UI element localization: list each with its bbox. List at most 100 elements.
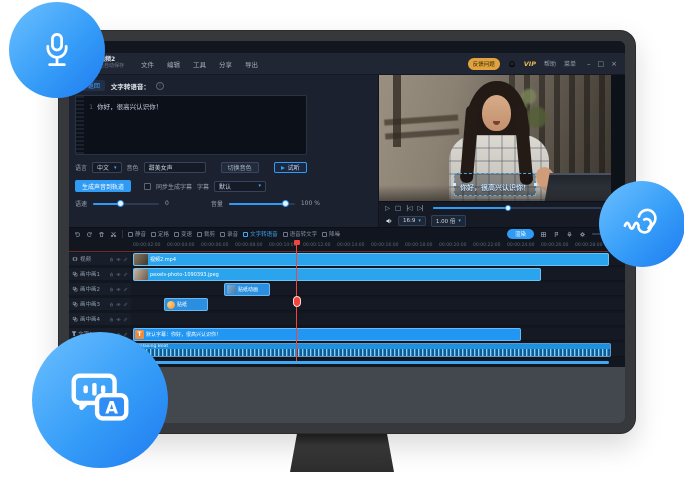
speech-to-text-icon: [283, 232, 288, 237]
crop-icon: [197, 232, 202, 237]
menu-share[interactable]: 分享: [219, 59, 232, 69]
tool-mute[interactable]: 静音: [128, 230, 146, 238]
speaker-icon[interactable]: [385, 217, 393, 225]
chevron-down-icon: ▾: [418, 218, 421, 224]
sync-subtitle-checkbox[interactable]: [144, 183, 151, 190]
lock-icon[interactable]: [109, 317, 114, 322]
track-row-pip3: 贴纸: [131, 298, 625, 311]
track-header-pip3[interactable]: 画中画3: [69, 298, 131, 311]
timeline-toolbar: 静音 定格 变速 裁剪 录音 文字转语音 语音转文字 降噪 渲染: [69, 227, 625, 240]
record-icon: [220, 232, 225, 237]
transport-bar: ▷ □ |◁ ▷|: [379, 201, 625, 214]
grid-snap-icon[interactable]: [540, 231, 547, 238]
seek-slider[interactable]: [433, 207, 601, 209]
link-icon[interactable]: [123, 287, 128, 292]
language-select[interactable]: 中文▾: [92, 162, 122, 173]
stop-button[interactable]: □: [395, 205, 400, 212]
bell-icon[interactable]: [508, 60, 516, 68]
prev-frame-button[interactable]: |◁: [406, 205, 411, 212]
generate-voice-button[interactable]: 生成声音到轨道: [75, 180, 131, 192]
redo-button[interactable]: [86, 231, 93, 238]
voiceover-mic-icon[interactable]: [566, 231, 573, 238]
chevron-down-icon: ▾: [114, 165, 117, 171]
clip-image[interactable]: pexels-photo-1090393.jpeg: [133, 268, 541, 281]
lock-icon[interactable]: [109, 287, 114, 292]
menu-edit[interactable]: 编辑: [167, 59, 180, 69]
switch-voice-button[interactable]: 切换音色: [221, 162, 259, 173]
render-button[interactable]: 渲染: [507, 229, 534, 239]
settings-gear-icon[interactable]: [579, 231, 586, 238]
pip-track-icon: [72, 271, 78, 277]
playhead[interactable]: [296, 240, 297, 361]
subtitle-style-select[interactable]: 默认▾: [214, 181, 266, 192]
timeline-scrollbar[interactable]: [133, 361, 609, 364]
info-icon[interactable]: i: [156, 82, 164, 90]
playback-rate-select[interactable]: 1.00 倍▾: [431, 215, 466, 227]
link-icon[interactable]: [123, 302, 128, 307]
tool-crop[interactable]: 裁剪: [197, 230, 215, 238]
preview-video[interactable]: 你好，很高兴认识你！: [379, 75, 611, 201]
link-icon[interactable]: [123, 257, 128, 262]
play-button[interactable]: ▷: [385, 205, 389, 212]
speech-to-text-icon: A: [65, 365, 135, 435]
undo-button[interactable]: [74, 231, 81, 238]
menu-file[interactable]: 文件: [141, 59, 154, 69]
lock-icon[interactable]: [109, 257, 114, 262]
tool-speed[interactable]: 变速: [174, 230, 192, 238]
maximize-button[interactable]: □: [598, 60, 605, 68]
vip-badge[interactable]: VIP: [524, 60, 536, 68]
tool-speech-to-text[interactable]: 语音转文字: [283, 230, 318, 238]
eye-icon[interactable]: [116, 257, 121, 262]
titlebar: 视频2 已自动保存 文件 编辑 工具 分享 导出 反馈问题 VIP 帮助 菜单 …: [69, 53, 625, 75]
close-button[interactable]: ×: [611, 60, 617, 68]
tool-record[interactable]: 录音: [220, 230, 238, 238]
timeline-ruler[interactable]: 00:00:02:00 00:00:04:00 00:00:06:00 00:0…: [69, 240, 625, 252]
lock-icon[interactable]: [109, 302, 114, 307]
language-label: 语言: [75, 163, 87, 172]
eye-icon[interactable]: [116, 272, 121, 277]
split-button[interactable]: [110, 231, 117, 238]
track-header-pip4[interactable]: 画中画4: [69, 313, 131, 326]
track-header-pip2[interactable]: 画中画2: [69, 283, 131, 296]
voice-input[interactable]: 甜美女声: [144, 162, 206, 173]
feedback-button[interactable]: 反馈问题: [468, 58, 500, 70]
help-link[interactable]: 帮助: [544, 59, 556, 68]
track-header-pip1[interactable]: 画中画1: [69, 268, 131, 281]
track-row-audio: Relaxing Beat: [131, 343, 625, 357]
video-track-icon: [72, 256, 78, 262]
speech-to-text-feature-badge: A: [32, 332, 168, 468]
audio-waveform: [134, 349, 610, 356]
clip-subtitle[interactable]: T默认字幕：你好，很高兴认识你！: [133, 328, 521, 341]
script-textarea[interactable]: 1你好，很高兴认识你！: [75, 95, 307, 155]
clip-video[interactable]: 视频2.mp4: [133, 253, 609, 266]
tool-text-to-speech[interactable]: 文字转语音: [243, 230, 278, 238]
link-icon[interactable]: [123, 317, 128, 322]
menu-export[interactable]: 导出: [245, 59, 258, 69]
link-icon[interactable]: [123, 272, 128, 277]
track-header-video[interactable]: 视频: [69, 253, 131, 266]
subtitle-selection-box[interactable]: 你好，很高兴认识你！: [454, 173, 536, 196]
line-number: 1: [89, 103, 93, 111]
volume-slider[interactable]: [229, 203, 295, 205]
eye-icon[interactable]: [116, 317, 121, 322]
clip-sticker-animated[interactable]: 贴纸动画: [224, 283, 270, 296]
clip-sticker[interactable]: 贴纸: [164, 298, 208, 311]
delete-button[interactable]: [98, 231, 105, 238]
lock-icon[interactable]: [109, 272, 114, 277]
marker-flag-icon[interactable]: [553, 231, 560, 238]
playhead-handle[interactable]: [294, 240, 300, 245]
next-frame-button[interactable]: ▷|: [417, 205, 422, 212]
menu-link[interactable]: 菜单: [564, 59, 576, 68]
tool-denoise[interactable]: 降噪: [322, 230, 340, 238]
toolbar-divider: [122, 230, 123, 238]
speed-slider[interactable]: [93, 203, 159, 205]
aspect-ratio-select[interactable]: 16:9▾: [398, 216, 426, 226]
clip-music[interactable]: Relaxing Beat: [133, 343, 611, 357]
tool-freeze[interactable]: 定格: [151, 230, 169, 238]
eye-icon[interactable]: [116, 287, 121, 292]
minimize-button[interactable]: –: [587, 60, 591, 68]
listen-button[interactable]: 试听: [274, 162, 307, 173]
menu-tools[interactable]: 工具: [193, 59, 206, 69]
clip-thumbnail: [134, 254, 148, 265]
eye-icon[interactable]: [116, 302, 121, 307]
